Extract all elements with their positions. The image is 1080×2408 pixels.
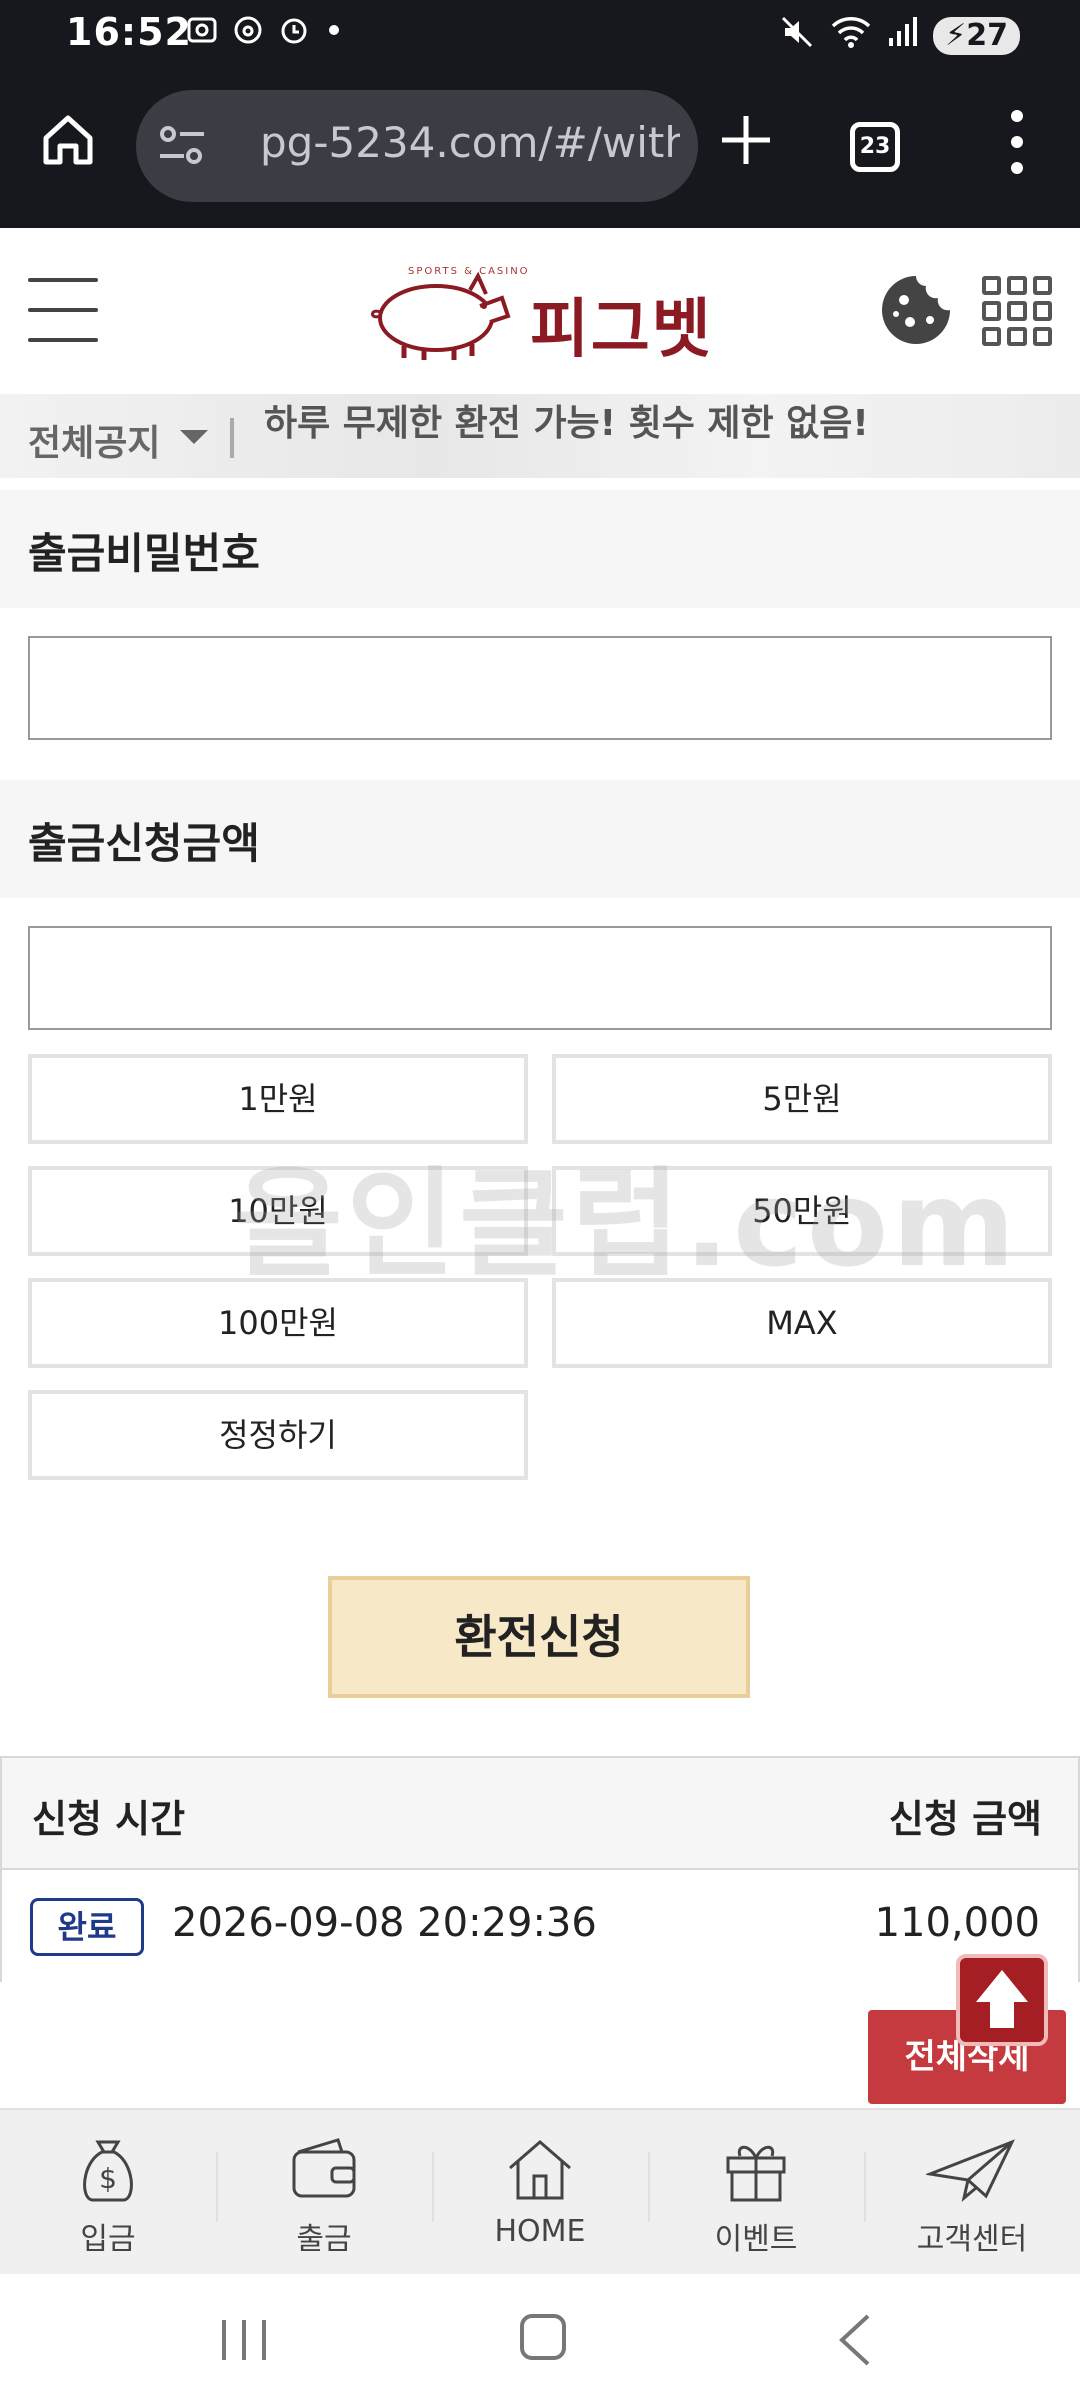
browser-menu-button[interactable] — [1002, 110, 1032, 174]
svg-text:$: $ — [99, 2162, 117, 2195]
dot-icon — [324, 14, 344, 54]
amount-section-header: 출금신청금액 — [0, 780, 1080, 898]
table-header: 신청 시간 신청 금액 — [2, 1758, 1078, 1870]
nav-withdraw[interactable]: 출금 — [216, 2110, 432, 2276]
threads-icon — [232, 14, 264, 54]
status-notification-icons — [186, 14, 344, 54]
column-header-time: 신청 시간 — [32, 1797, 186, 1841]
nav-deposit[interactable]: $ 입금 — [0, 2110, 216, 2276]
status-badge: 완료 — [30, 1898, 144, 1956]
nav-deposit-label: 입금 — [80, 2222, 136, 2257]
url-text: pg-5234.com/#/with — [260, 118, 680, 167]
notice-bar: 전체공지 하루 무제한 환전 가능! 횟수 제한 없음! — [0, 394, 1080, 478]
system-navigation-bar — [0, 2274, 1080, 2408]
status-bar: 16:52 ⚡27 — [0, 0, 1080, 70]
site-logo[interactable]: SPORTS & CASINO 피그벳 — [368, 264, 728, 367]
withdraw-amount-input[interactable] — [28, 926, 1052, 1030]
signal-icon — [887, 14, 918, 58]
money-bag-icon: $ — [72, 2134, 144, 2206]
paper-plane-icon — [924, 2134, 1016, 2206]
site-settings-icon[interactable] — [158, 124, 206, 168]
gift-icon — [720, 2134, 792, 2206]
table-row: 완료 2026-09-08 20:29:36 110,000 — [2, 1872, 1078, 1982]
mute-icon — [779, 14, 815, 58]
withdraw-password-input[interactable] — [28, 636, 1052, 740]
nav-support-label: 고객센터 — [916, 2222, 1028, 2257]
amount-label: 출금신청금액 — [28, 819, 260, 868]
wifi-icon — [831, 14, 871, 58]
notice-message[interactable]: 하루 무제한 환전 가능! 횟수 제한 없음! — [264, 394, 869, 446]
house-icon — [504, 2134, 576, 2206]
logo-subtitle: SPORTS & CASINO — [408, 266, 530, 277]
nav-event-label: 이벤트 — [714, 2222, 798, 2257]
alarm-icon — [278, 14, 310, 54]
battery-icon: ⚡27 — [933, 17, 1020, 55]
status-system-icons: ⚡27 — [779, 14, 1020, 58]
scroll-to-top-button[interactable] — [956, 1954, 1048, 2046]
notice-category-dropdown[interactable]: 전체공지 — [28, 414, 160, 466]
pig-logo-icon — [371, 271, 511, 360]
address-field[interactable]: pg-5234.com/#/with — [136, 90, 698, 202]
apps-grid-icon[interactable] — [982, 276, 1052, 346]
nav-home-label: HOME — [494, 2214, 586, 2249]
bottom-navigation: $ 입금 출금 HOME 이벤트 고객센터 — [0, 2108, 1080, 2274]
withdraw-submit-button[interactable]: 환전신청 — [328, 1576, 750, 1698]
url-bar: pg-5234.com/#/with 23 — [36, 84, 1044, 208]
home-icon[interactable] — [36, 108, 100, 172]
amount-reset-button[interactable]: 정정하기 — [28, 1390, 528, 1480]
nav-support[interactable]: 고객센터 — [864, 2110, 1080, 2276]
back-icon[interactable] — [832, 2312, 880, 2368]
password-label: 출금비밀번호 — [28, 529, 260, 578]
caret-down-icon[interactable] — [180, 430, 208, 444]
wallet-icon — [288, 2134, 360, 2206]
battery-level: 27 — [966, 18, 1008, 53]
status-time: 16:52 — [66, 10, 192, 54]
request-amount: 110,000 — [874, 1900, 1040, 1946]
nav-event[interactable]: 이벤트 — [648, 2110, 864, 2276]
watermark: 올인클럽.com — [234, 1155, 1020, 1293]
withdraw-history-table: 신청 시간 신청 금액 완료 2026-09-08 20:29:36 110,0… — [0, 1756, 1080, 1982]
screenshot-icon — [186, 14, 218, 54]
logo-text: 피그벳 — [530, 293, 713, 367]
nav-withdraw-label: 출금 — [296, 2222, 352, 2257]
nav-home[interactable]: HOME — [432, 2110, 648, 2276]
cookie-icon[interactable] — [880, 274, 952, 346]
system-home-icon[interactable] — [520, 2314, 566, 2360]
recent-apps-icon[interactable] — [222, 2320, 266, 2360]
divider — [230, 418, 234, 458]
request-time: 2026-09-08 20:29:36 — [172, 1900, 597, 1946]
site-header: SPORTS & CASINO 피그벳 — [0, 228, 1080, 394]
column-header-amount: 신청 금액 — [888, 1797, 1042, 1841]
hamburger-menu-icon[interactable] — [28, 278, 98, 342]
tab-switcher-button[interactable]: 23 — [850, 122, 900, 172]
password-section-header: 출금비밀번호 — [0, 490, 1080, 608]
arrow-up-icon — [976, 1970, 1028, 2028]
browser-chrome: 16:52 ⚡27 pg-5234.com/#/with 23 — [0, 0, 1080, 228]
new-tab-button[interactable] — [710, 104, 782, 176]
